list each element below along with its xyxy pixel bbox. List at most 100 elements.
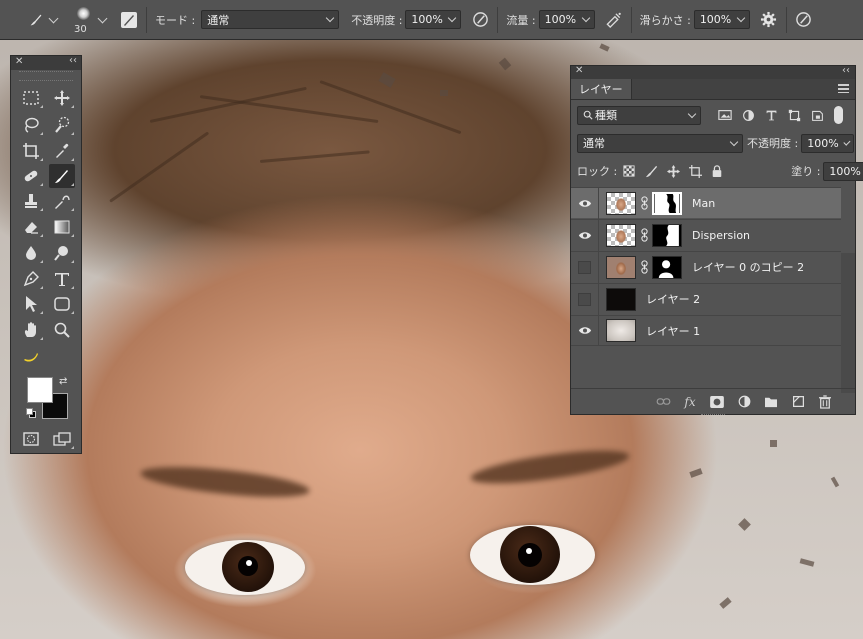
filter-pixel-icon[interactable]	[717, 107, 733, 123]
hand-tool[interactable]	[18, 318, 44, 342]
shape-tool[interactable]	[49, 292, 75, 316]
chain-link-icon[interactable]	[639, 259, 649, 275]
airbrush-icon[interactable]	[605, 11, 623, 29]
panel-grip[interactable]	[19, 71, 73, 81]
layer-row-copy-2[interactable]: レイヤー 0 のコピー 2	[571, 251, 841, 283]
layer-name[interactable]: レイヤー 0 のコピー 2	[692, 259, 804, 275]
quick-selection-tool[interactable]	[49, 113, 75, 137]
collapse-icon[interactable]: ‹‹	[842, 65, 850, 76]
zoom-tool[interactable]	[49, 318, 75, 342]
brush-picker-dropdown-icon[interactable]	[97, 13, 108, 23]
new-adjustment-layer-icon[interactable]	[736, 394, 752, 410]
opacity-input[interactable]: 100%	[405, 10, 462, 29]
collapse-icon[interactable]: ‹‹	[69, 55, 77, 66]
tab-layers[interactable]: レイヤー	[571, 79, 632, 99]
eraser-tool[interactable]	[18, 215, 44, 239]
type-tool[interactable]	[49, 267, 75, 291]
quick-mask-button[interactable]	[18, 427, 44, 451]
banana-tool[interactable]	[18, 345, 44, 369]
healing-brush-tool[interactable]	[18, 164, 44, 188]
layer-mask-thumbnail[interactable]	[652, 255, 682, 279]
filter-toggle-switch[interactable]	[834, 106, 843, 124]
layer-row-layer-2[interactable]: レイヤー 2	[571, 283, 841, 315]
close-icon[interactable]: ✕	[15, 56, 23, 67]
smoothing-input[interactable]: 100%	[693, 10, 750, 29]
layer-opacity-label: 不透明度 :	[747, 137, 799, 150]
path-selection-tool[interactable]	[18, 292, 44, 316]
history-brush-tool[interactable]	[49, 189, 75, 213]
filter-smart-object-icon[interactable]	[809, 107, 825, 123]
new-layer-icon[interactable]	[790, 394, 806, 410]
blend-mode-select[interactable]: 通常	[577, 133, 743, 153]
close-icon[interactable]: ✕	[575, 65, 583, 76]
pressure-opacity-icon[interactable]	[471, 11, 489, 29]
new-group-folder-icon[interactable]	[763, 394, 779, 410]
lock-position-icon[interactable]	[665, 163, 681, 179]
chain-link-icon[interactable]	[639, 227, 649, 243]
foreground-color-swatch[interactable]	[27, 377, 53, 403]
layer-visibility-toggle[interactable]	[571, 251, 599, 283]
layers-panel-titlebar[interactable]: ✕ ‹‹	[571, 65, 855, 79]
brush-tool-preset-icon[interactable]	[26, 10, 46, 30]
pressure-size-icon[interactable]	[795, 11, 813, 29]
tools-panel-header[interactable]: ✕ ‹‹	[11, 55, 81, 70]
brush-settings-panel-icon[interactable]	[120, 11, 138, 29]
crop-tool[interactable]	[18, 139, 44, 163]
pen-tool[interactable]	[18, 267, 44, 291]
brush-tool[interactable]	[49, 164, 75, 188]
lock-all-icon[interactable]	[709, 163, 725, 179]
link-layers-icon[interactable]	[655, 394, 671, 410]
clone-stamp-tool[interactable]	[18, 189, 44, 213]
blur-tool[interactable]	[18, 241, 44, 265]
layer-thumbnail[interactable]	[606, 191, 636, 215]
mode-select[interactable]: 通常	[201, 10, 340, 29]
move-tool[interactable]	[49, 86, 75, 110]
layer-visibility-toggle[interactable]	[571, 283, 599, 315]
gear-icon[interactable]	[760, 11, 778, 29]
marquee-tool[interactable]	[18, 86, 44, 110]
layer-list-scrollbar[interactable]	[841, 253, 855, 393]
layer-row-dispersion[interactable]: Dispersion	[571, 219, 841, 251]
filter-shape-icon[interactable]	[786, 107, 802, 123]
layer-name[interactable]: レイヤー 1	[646, 323, 700, 339]
layer-visibility-toggle[interactable]	[571, 187, 599, 219]
tool-preset-dropdown-icon[interactable]	[48, 13, 59, 23]
layer-mask-thumbnail[interactable]	[652, 223, 682, 247]
lock-pixels-brush-icon[interactable]	[643, 163, 659, 179]
chain-link-icon[interactable]	[639, 195, 649, 211]
panel-grip[interactable]	[701, 414, 725, 419]
panel-menu-icon[interactable]	[838, 84, 849, 93]
fx-icon[interactable]: fx	[682, 394, 698, 410]
filter-kind-select[interactable]: 種類	[577, 105, 701, 125]
lasso-tool[interactable]	[18, 113, 44, 137]
screen-mode-button[interactable]	[49, 427, 75, 451]
layer-opacity-input[interactable]: 100%	[801, 133, 855, 153]
swap-colors-icon[interactable]: ⇄	[59, 376, 67, 387]
fill-input[interactable]: 100%	[823, 161, 863, 181]
layer-name[interactable]: Man	[692, 197, 715, 210]
filter-adjustment-icon[interactable]	[740, 107, 756, 123]
hidden-layer-box	[578, 292, 591, 306]
layer-thumbnail[interactable]	[606, 287, 636, 311]
brush-size-picker[interactable]: 30	[69, 2, 97, 38]
layer-thumbnail[interactable]	[606, 255, 636, 279]
lock-transparent-icon[interactable]	[621, 163, 637, 179]
lock-artboard-icon[interactable]	[687, 163, 703, 179]
layer-name[interactable]: Dispersion	[692, 229, 750, 242]
layer-row-layer-1[interactable]: レイヤー 1	[571, 315, 841, 346]
eyedropper-tool[interactable]	[49, 139, 75, 163]
layer-thumbnail[interactable]	[606, 223, 636, 247]
dodge-tool[interactable]	[49, 241, 75, 265]
add-mask-icon[interactable]	[709, 394, 725, 410]
layer-visibility-toggle[interactable]	[571, 219, 599, 251]
gradient-tool[interactable]	[49, 215, 75, 239]
trash-icon[interactable]	[817, 394, 833, 410]
layer-visibility-toggle[interactable]	[571, 315, 599, 346]
flow-input[interactable]: 100%	[538, 10, 595, 29]
filter-type-icon[interactable]	[763, 107, 779, 123]
layer-row-man[interactable]: Man	[571, 187, 841, 219]
layer-thumbnail[interactable]	[606, 319, 636, 342]
default-colors-icon[interactable]	[26, 408, 36, 418]
layer-mask-thumbnail[interactable]	[652, 191, 682, 215]
layer-name[interactable]: レイヤー 2	[646, 291, 700, 307]
